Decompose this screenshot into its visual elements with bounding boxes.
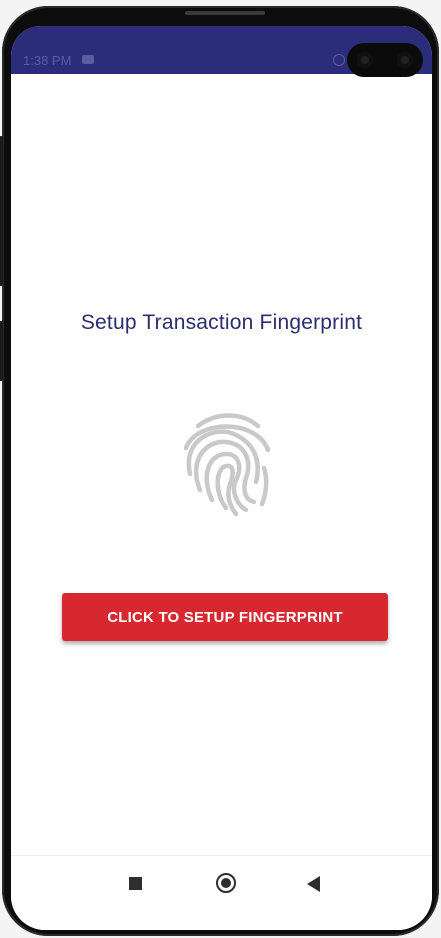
recents-square-icon[interactable]	[129, 877, 142, 890]
screen: 1:38 PM Setup Transaction Fingerprint CL…	[11, 26, 432, 930]
power-button	[0, 321, 3, 381]
fingerprint-icon	[183, 413, 271, 517]
camera-lens-icon	[357, 52, 373, 68]
status-bar: 1:38 PM	[11, 26, 432, 77]
alarm-icon	[333, 54, 345, 66]
status-time: 1:38 PM	[23, 53, 72, 68]
back-triangle-icon[interactable]	[307, 876, 320, 892]
front-camera	[347, 43, 423, 77]
navigation-bar	[11, 855, 432, 930]
volume-button	[0, 136, 3, 286]
message-icon	[82, 55, 94, 64]
speaker-grille	[185, 11, 265, 15]
home-circle-icon[interactable]	[216, 873, 236, 893]
setup-fingerprint-button[interactable]: CLICK TO SETUP FINGERPRINT	[62, 593, 388, 641]
camera-lens-icon	[397, 52, 413, 68]
page-title: Setup Transaction Fingerprint	[80, 311, 363, 334]
phone-frame: 1:38 PM Setup Transaction Fingerprint CL…	[0, 6, 439, 936]
